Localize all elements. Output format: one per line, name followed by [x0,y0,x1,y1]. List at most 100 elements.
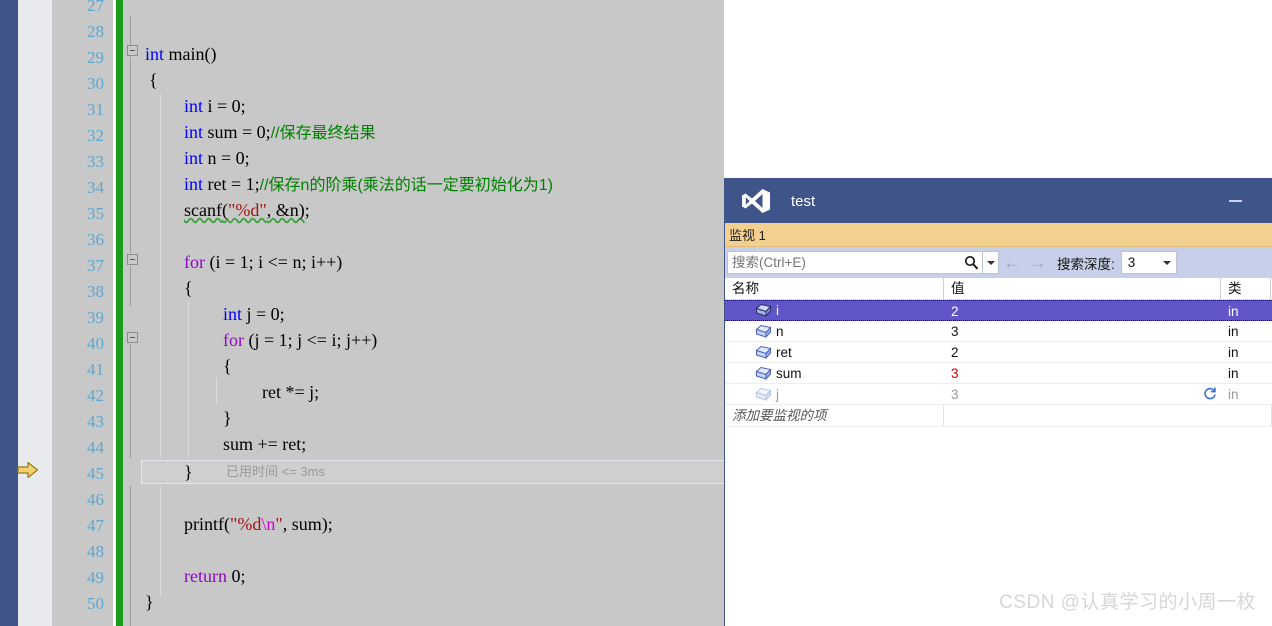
execution-pointer-arrow [17,461,39,479]
elapsed-time-badge: 已用时间 <= 3ms [226,460,325,484]
watch-variable-value[interactable]: 3 [944,321,1221,341]
code-line-45: } [184,459,193,485]
watch-variable-value[interactable]: 3 [944,384,1221,404]
watch-variable-name: sum [776,366,802,381]
add-watch-row[interactable]: 添加要监视的项 [725,405,1272,427]
identifier-main: main() [169,44,217,64]
column-header-name[interactable]: 名称 [725,278,944,299]
editor-breakpoint-gutter[interactable] [18,0,52,626]
minimize-button[interactable] [1218,179,1252,223]
row-indent [725,342,755,362]
code-line-42: ret *= j; [262,379,319,405]
watch-row-name-cell: i [725,301,944,320]
variable-box-icon [755,324,772,339]
line-number: 45 [52,461,104,487]
keyword-int: int [184,148,203,168]
add-watch-placeholder: 添加要监视的项 [725,405,944,426]
variable-box-icon [755,303,772,318]
watch-toolbar: ← → 搜索深度: 3 [725,247,1272,278]
line-number: 47 [52,513,104,539]
watch-variable-value[interactable]: 3 [944,363,1221,383]
table-row[interactable]: ret 2 in [725,342,1272,363]
decl-i: i = 0; [203,96,246,116]
visual-studio-logo-icon [741,188,771,214]
watch-variable-type: in [1221,321,1271,341]
printf-escape-newline: \n [261,514,275,534]
table-row[interactable]: sum 3 in [725,363,1272,384]
watch-row-name-cell: n [725,321,944,341]
add-watch-value-cell[interactable] [944,405,1272,426]
watch-grid-header: 名称 值 类 [725,278,1272,300]
table-row[interactable]: j 3 in [725,384,1272,405]
ide-activity-bar [0,0,18,626]
refresh-icon[interactable] [1202,386,1218,402]
keyword-int: int [184,174,203,194]
line-number: 50 [52,591,104,617]
code-line-47: printf("%d\n", sum); [184,511,333,537]
code-line-34: int ret = 1;//保存n的阶乘(乘法的话一定要初始化为1) [184,171,553,197]
watch-variable-value[interactable]: 2 [944,342,1221,362]
code-line-44: sum += ret; [223,431,306,457]
watch-variable-name: j [776,387,779,402]
code-line-38: { [184,275,193,301]
row-indent [725,321,755,341]
fold-toggle-outer-for[interactable] [127,254,138,265]
search-icon[interactable] [960,255,982,270]
fold-toggle-main[interactable] [127,45,138,56]
minimize-icon [1229,200,1242,202]
watch-row-name-cell: sum [725,363,944,383]
search-box[interactable] [727,251,999,274]
watch-variable-value[interactable]: 2 [944,301,1221,320]
line-number: 30 [52,71,104,97]
keyword-int: int [223,304,242,324]
printf-args-rest: , sum); [283,514,333,534]
printf-format-tail: " [275,514,282,534]
line-number: 29 [52,45,104,71]
code-line-35: scanf("%d", &n); [184,197,310,223]
row-indent [725,384,755,404]
code-line-41: { [223,353,232,379]
line-number: 33 [52,149,104,175]
column-header-type[interactable]: 类 [1221,278,1271,299]
line-number-list: 27 28 29 30 31 32 33 34 35 36 37 38 39 4… [52,0,113,626]
search-next-button[interactable]: → [1025,253,1051,273]
return-value: 0; [231,566,245,586]
watch-variable-name: n [776,324,784,339]
watch-variable-name: i [776,303,779,318]
printf-format-head: "%d [230,514,261,534]
keyword-int: int [184,96,203,116]
column-header-value[interactable]: 值 [944,278,1221,299]
code-line-43: } [223,405,232,431]
fold-toggle-inner-for[interactable] [127,332,138,343]
code-line-39: int j = 0; [223,301,285,327]
fold-rail [130,16,131,48]
search-previous-button[interactable]: ← [999,253,1025,273]
search-depth-combo[interactable]: 3 [1121,251,1177,274]
keyword-for: for [184,252,205,272]
line-number: 40 [52,331,104,357]
code-text-layer[interactable]: int main() { int i = 0; int sum = 0;//保存… [145,0,725,626]
watch-window-titlebar[interactable]: test [725,179,1272,223]
chevron-down-icon [987,261,995,265]
line-number: 44 [52,435,104,461]
code-line-49: return 0; [184,563,246,589]
search-input[interactable] [728,255,960,270]
table-row[interactable]: i 2 in [725,300,1272,321]
tab-watch-1[interactable]: 监视 1 [727,225,772,244]
line-number: 34 [52,175,104,201]
watch-window-title: test [791,193,815,210]
watch-grid: 名称 值 类 i 2 in [725,278,1272,427]
line-number: 32 [52,123,104,149]
line-number: 42 [52,383,104,409]
line-number: 48 [52,539,104,565]
csdn-watermark: CSDN @认真学习的小周一枚 [999,587,1256,614]
search-options-dropdown[interactable] [982,252,998,273]
table-row[interactable]: n 3 in [725,321,1272,342]
line-number: 36 [52,227,104,253]
fold-rail [130,266,131,306]
watch-variable-value-text: 3 [951,387,959,402]
scanf-call-squiggle: scanf("%d", &n) [184,200,305,220]
watch-window: test 监视 1 ← → 搜索深度: [724,178,1272,626]
watch-row-name-cell: ret [725,342,944,362]
code-line-29: int main() [145,41,217,67]
